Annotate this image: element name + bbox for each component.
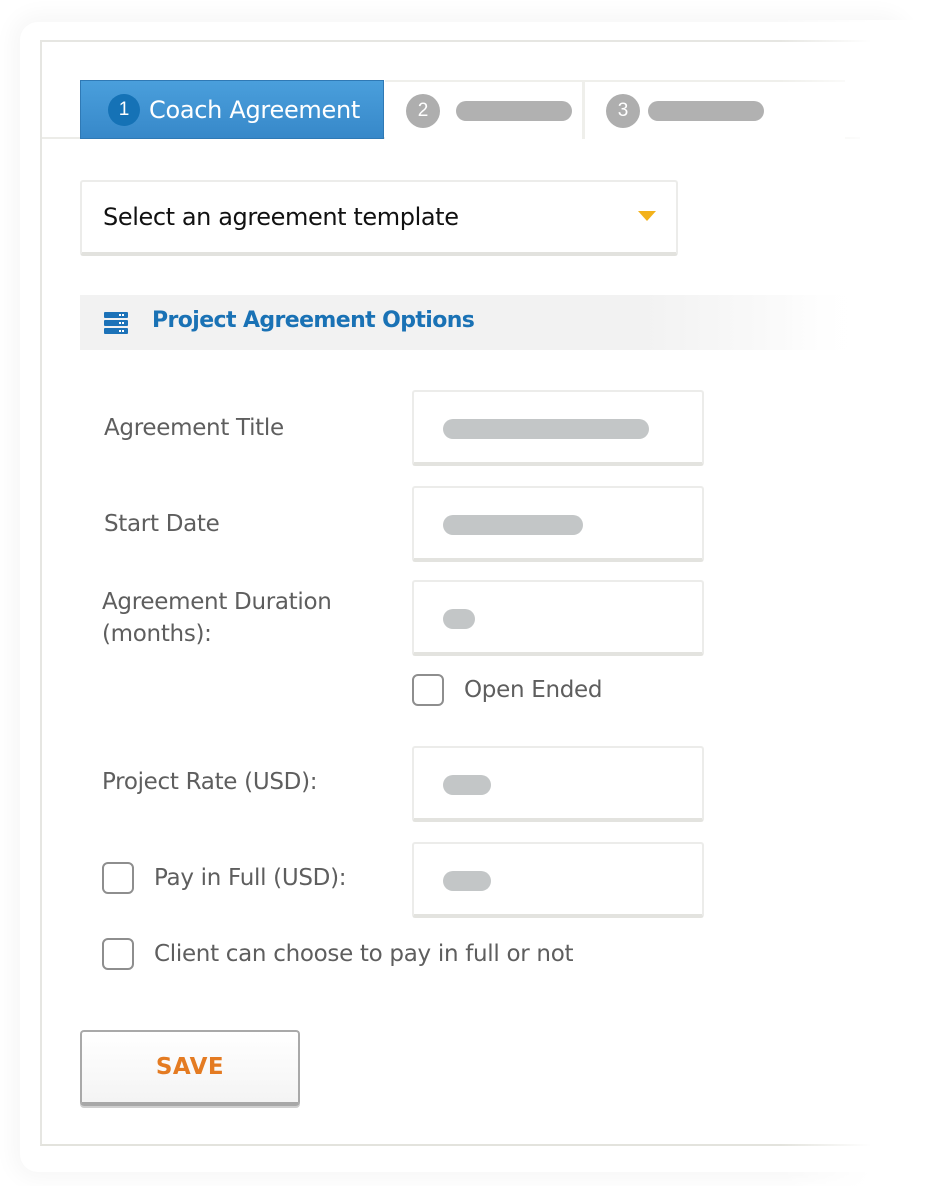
- client-choice-label: Client can choose to pay in full or not: [154, 941, 574, 967]
- step-number-badge: 2: [406, 93, 440, 128]
- agreement-title-input[interactable]: [412, 390, 704, 466]
- agreement-duration-label-unit: (months):: [102, 621, 212, 647]
- section-title: Project Agreement Options: [152, 308, 475, 333]
- start-date-input[interactable]: [412, 486, 704, 562]
- step-number-badge: 1: [108, 93, 140, 126]
- step-tab-3[interactable]: 3: [585, 80, 845, 139]
- step-label: Coach Agreement: [149, 95, 360, 124]
- agreement-title-label: Agreement Title: [104, 415, 284, 441]
- agreement-duration-label: Agreement Duration: [102, 589, 332, 615]
- step-label-placeholder: [648, 100, 764, 121]
- value-placeholder: [443, 419, 649, 439]
- step-tab-2[interactable]: 2: [385, 80, 585, 139]
- pay-in-full-label: Pay in Full (USD):: [154, 865, 347, 891]
- value-placeholder: [443, 515, 583, 535]
- step-tab-coach-agreement[interactable]: 1 Coach Agreement: [80, 80, 384, 139]
- step-label-placeholder: [456, 100, 572, 121]
- value-placeholder: [443, 775, 491, 795]
- agreement-duration-input[interactable]: [412, 580, 704, 656]
- caret-down-icon: [638, 211, 656, 221]
- open-ended-checkbox[interactable]: [412, 674, 444, 706]
- save-button[interactable]: SAVE: [80, 1030, 300, 1106]
- project-rate-input[interactable]: [412, 746, 704, 822]
- server-stack-icon: [104, 312, 128, 334]
- pay-in-full-input[interactable]: [412, 842, 704, 918]
- project-rate-label: Project Rate (USD):: [102, 769, 318, 795]
- open-ended-label: Open Ended: [464, 677, 603, 703]
- agreement-template-select[interactable]: Select an agreement template: [80, 180, 678, 256]
- start-date-label: Start Date: [104, 511, 220, 537]
- step-number-badge: 3: [606, 93, 640, 128]
- agreement-template-select-value: Select an agreement template: [103, 203, 459, 231]
- pay-in-full-checkbox[interactable]: [102, 862, 134, 894]
- value-placeholder: [443, 871, 491, 891]
- project-agreement-options-header: Project Agreement Options: [80, 295, 860, 350]
- client-choice-checkbox[interactable]: [102, 938, 134, 970]
- save-button-label: SAVE: [155, 1054, 225, 1080]
- value-placeholder: [443, 609, 475, 629]
